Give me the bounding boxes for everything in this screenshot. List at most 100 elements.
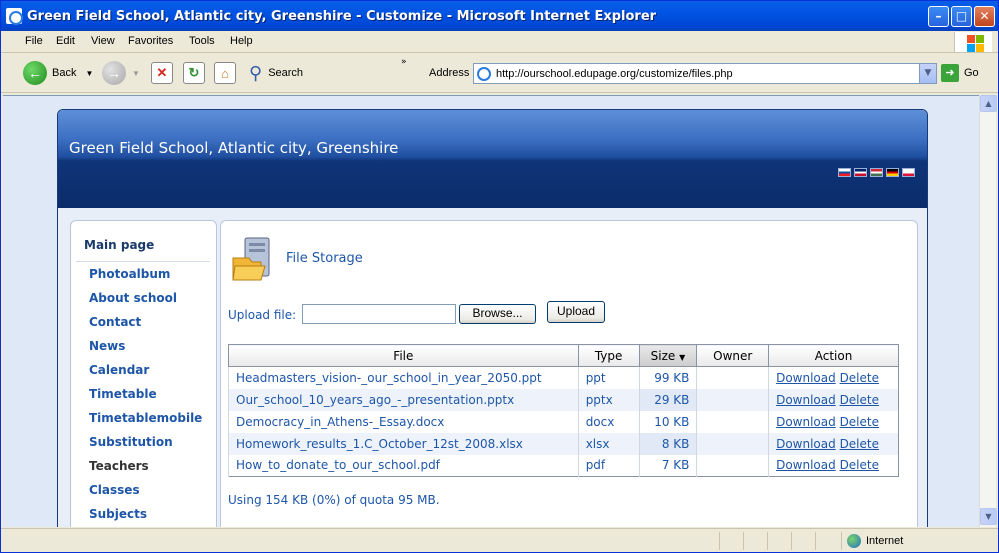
- column-header-type[interactable]: Type: [577, 344, 640, 367]
- menu-edit[interactable]: Edit: [56, 35, 75, 47]
- site-container: Green Field School, Atlantic city, Green…: [57, 109, 928, 527]
- flag-hungary-icon[interactable]: [870, 168, 883, 177]
- column-header-owner[interactable]: Owner: [696, 344, 770, 367]
- flag-poland-icon[interactable]: [902, 168, 915, 177]
- quota-text: Using 154 KB (0%) of quota 95 MB.: [228, 493, 440, 507]
- file-name-link[interactable]: Democracy_in_Athens-_Essay.docx: [228, 410, 579, 433]
- menu-tools[interactable]: Tools: [189, 35, 215, 47]
- search-label: Search: [268, 67, 304, 79]
- menu-view[interactable]: View: [91, 35, 115, 47]
- file-type: docx: [577, 410, 639, 433]
- back-arrow-icon: ←: [23, 61, 47, 85]
- file-owner: [696, 410, 769, 433]
- menu-bar: File Edit View Favorites Tools Help: [1, 31, 998, 53]
- file-owner: [696, 366, 769, 389]
- file-size: 99 KB: [638, 366, 697, 389]
- delete-link[interactable]: Delete: [840, 393, 879, 407]
- download-link[interactable]: Download: [776, 458, 836, 472]
- scroll-down-icon[interactable]: ▼: [980, 508, 997, 525]
- upload-button[interactable]: Upload: [547, 301, 605, 323]
- files-table: File Type Size ▼ Owner Action Headmaster…: [228, 344, 899, 477]
- menu-favorites[interactable]: Favorites: [128, 35, 173, 47]
- stop-button[interactable]: ✕: [151, 60, 173, 86]
- flag-slovakia-icon[interactable]: [838, 168, 851, 177]
- sidebar-item-news[interactable]: News: [89, 339, 125, 353]
- table-row: How_to_donate_to_our_school.pdf pdf 7 KB Do…: [228, 454, 899, 477]
- file-name-link[interactable]: Headmasters_vision-_our_school_in_year_2…: [228, 366, 579, 389]
- sidebar-divider: [76, 261, 210, 262]
- file-name-link[interactable]: Homework_results_1.C_October_12st_2008.x…: [228, 432, 579, 455]
- close-button[interactable]: ✕: [974, 6, 995, 27]
- sidebar-item-calendar[interactable]: Calendar: [89, 363, 149, 377]
- search-icon: ⚲: [249, 62, 263, 83]
- home-icon: ⌂: [214, 62, 236, 84]
- delete-link[interactable]: Delete: [840, 458, 879, 472]
- minimize-button[interactable]: –: [928, 6, 949, 27]
- delete-link[interactable]: Delete: [840, 371, 879, 385]
- download-link[interactable]: Download: [776, 415, 836, 429]
- forward-button[interactable]: → ▼: [102, 60, 140, 86]
- address-dropdown-icon[interactable]: ▼: [919, 64, 936, 83]
- browser-window: Green Field School, Atlantic city, Green…: [0, 0, 999, 553]
- download-link[interactable]: Download: [776, 371, 836, 385]
- delete-link[interactable]: Delete: [840, 415, 879, 429]
- file-actions: Download Delete: [768, 366, 899, 389]
- sidebar-item-timetablemobile[interactable]: Timetablemobile: [89, 411, 202, 425]
- forward-dropdown-icon[interactable]: ▼: [132, 69, 140, 78]
- menu-file[interactable]: File: [25, 35, 43, 47]
- sidebar-item-substitution[interactable]: Substitution: [89, 435, 173, 449]
- scroll-up-icon[interactable]: ▲: [980, 95, 997, 112]
- toolbar-overflow-icon[interactable]: »: [401, 57, 407, 67]
- file-name-link[interactable]: Our_school_10_years_ago_-_presentation.p…: [228, 388, 579, 411]
- file-size: 10 KB: [638, 410, 697, 433]
- go-arrow-icon: ➜: [941, 64, 959, 82]
- home-button[interactable]: ⌂: [214, 60, 236, 86]
- menu-help[interactable]: Help: [230, 35, 253, 47]
- sidebar-item-contact[interactable]: Contact: [89, 315, 141, 329]
- download-link[interactable]: Download: [776, 437, 836, 451]
- main-panel: File Storage Upload file: Browse... Uplo…: [220, 220, 918, 527]
- column-header-action: Action: [768, 344, 899, 367]
- status-bar: Internet: [1, 528, 998, 552]
- upload-label: Upload file:: [228, 308, 297, 322]
- sidebar-item-teachers[interactable]: Teachers: [89, 459, 149, 473]
- sidebar-item-subjects[interactable]: Subjects: [89, 507, 147, 521]
- refresh-button[interactable]: ↻: [183, 60, 205, 86]
- status-divider: [719, 532, 720, 550]
- address-bar[interactable]: http://ourschool.edupage.org/customize/f…: [473, 63, 937, 84]
- flag-germany-icon[interactable]: [886, 168, 899, 177]
- flag-uk-icon[interactable]: [854, 168, 867, 177]
- language-flags: [838, 168, 915, 177]
- browse-button[interactable]: Browse...: [459, 304, 536, 324]
- sidebar-item-classes[interactable]: Classes: [89, 483, 140, 497]
- file-size: 7 KB: [638, 454, 697, 477]
- sidebar-item-photoalbum[interactable]: Photoalbum: [89, 267, 170, 281]
- title-bar[interactable]: Green Field School, Atlantic city, Green…: [1, 1, 998, 31]
- column-header-file[interactable]: File: [228, 344, 579, 367]
- file-actions: Download Delete: [768, 410, 899, 433]
- page-viewport: Green Field School, Atlantic city, Green…: [3, 95, 979, 527]
- back-dropdown-icon[interactable]: ▼: [85, 69, 93, 78]
- address-url[interactable]: http://ourschool.edupage.org/customize/f…: [496, 68, 733, 80]
- sidebar-main-page[interactable]: Main page: [84, 238, 154, 252]
- maximize-button[interactable]: □: [951, 6, 972, 27]
- column-header-size[interactable]: Size ▼: [638, 344, 698, 367]
- upload-file-input[interactable]: [302, 304, 456, 324]
- toolbar: ← Back ▼ → ▼ ✕ ↻ ⌂ ⚲ Search » Address ht…: [1, 53, 998, 93]
- sidebar: Main page Photoalbum About school Contact N…: [70, 220, 217, 527]
- file-name-link[interactable]: How_to_donate_to_our_school.pdf: [228, 454, 579, 477]
- sidebar-item-about-school[interactable]: About school: [89, 291, 177, 305]
- sidebar-item-timetable[interactable]: Timetable: [89, 387, 157, 401]
- delete-link[interactable]: Delete: [840, 437, 879, 451]
- back-button[interactable]: ← Back ▼: [23, 60, 93, 86]
- table-row: Democracy_in_Athens-_Essay.docx docx 10 KB…: [228, 410, 899, 433]
- search-button[interactable]: ⚲ Search: [249, 60, 303, 86]
- download-link[interactable]: Download: [776, 393, 836, 407]
- file-type: pptx: [577, 388, 639, 411]
- status-divider: [767, 532, 768, 550]
- sort-desc-icon: ▼: [679, 352, 686, 362]
- vertical-scrollbar[interactable]: ▲ ▼: [979, 95, 997, 527]
- windows-logo-icon: [954, 32, 992, 52]
- go-button[interactable]: ➜ Go: [941, 64, 979, 82]
- status-divider: [815, 532, 816, 550]
